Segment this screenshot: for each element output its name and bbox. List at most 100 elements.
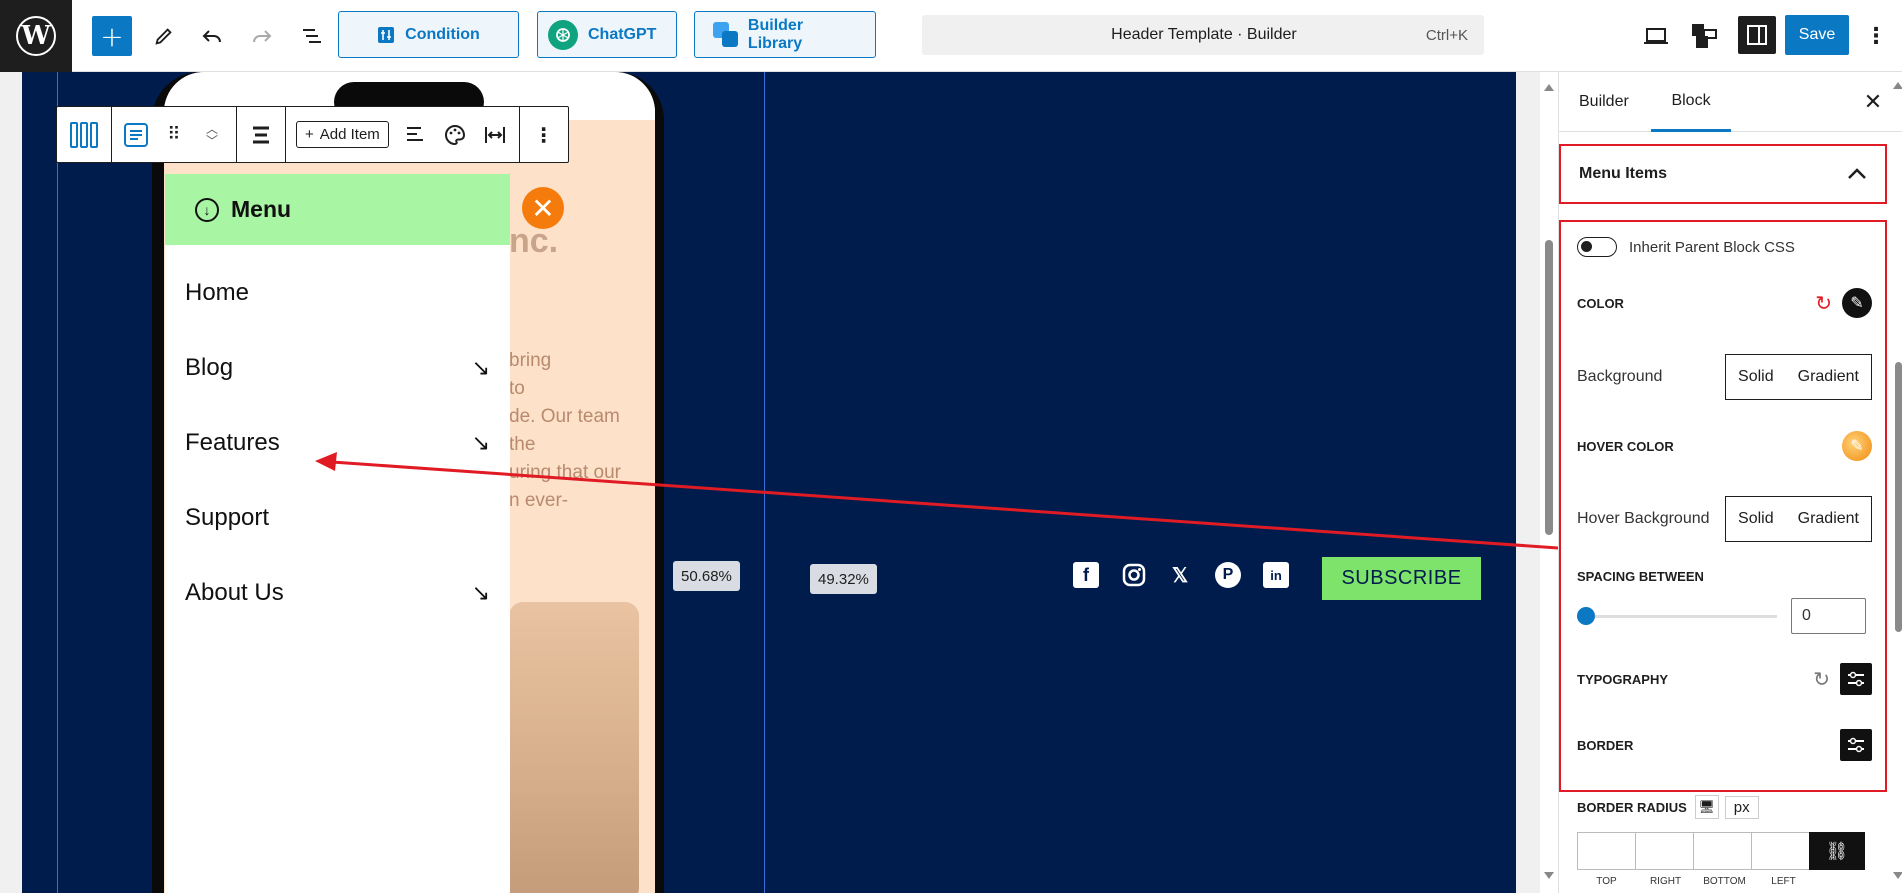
facebook-icon[interactable]: f xyxy=(1073,562,1099,588)
undo-icon xyxy=(202,30,221,43)
color-picker-icon[interactable]: ✎ xyxy=(1842,288,1872,318)
move-up-down-icon[interactable]: ︿ ﹀ xyxy=(198,121,226,149)
submenu-arrow-icon[interactable]: ↘ xyxy=(472,355,490,381)
menu-block-icon[interactable] xyxy=(122,121,150,149)
scroll-up-icon[interactable] xyxy=(1893,82,1902,89)
radius-left-label: LEFT xyxy=(1771,876,1796,887)
scroll-up-icon[interactable] xyxy=(1544,84,1554,91)
x-icon[interactable]: 𝕏 xyxy=(1167,562,1193,588)
justify-left-icon[interactable] xyxy=(401,121,429,149)
background-photo xyxy=(509,602,639,893)
add-item-button[interactable]: + Add Item xyxy=(296,121,389,148)
canvas-scrollbar-thumb[interactable] xyxy=(1545,240,1553,535)
columns-icon xyxy=(70,121,98,148)
reset-icon[interactable]: ↻ xyxy=(1815,291,1832,316)
reset-icon[interactable]: ↻ xyxy=(1813,667,1830,692)
background-text-line: uring that our xyxy=(509,462,621,483)
inherit-css-toggle[interactable] xyxy=(1577,237,1617,257)
menu-item-home[interactable]: Home xyxy=(185,273,490,313)
pinterest-icon[interactable]: P xyxy=(1215,562,1241,588)
vertical-ellipsis-icon[interactable]: ⋮ xyxy=(530,121,558,149)
radius-left-input[interactable] xyxy=(1751,832,1810,870)
command-palette-bar[interactable]: Header Template · Builder Ctrl+K xyxy=(922,15,1484,55)
settings-sidebar-toggle[interactable] xyxy=(1738,16,1776,54)
builder-library-label: Builder Library xyxy=(747,16,804,52)
hover-color-picker-icon[interactable]: ✎ xyxy=(1842,431,1872,461)
close-icon: ✕ xyxy=(531,191,555,225)
undo-button[interactable] xyxy=(194,18,230,54)
tab-block[interactable]: Block xyxy=(1651,72,1731,132)
sidebar-scrollbar[interactable] xyxy=(1893,72,1902,893)
options-menu-button[interactable]: ⋮ xyxy=(1862,20,1890,52)
vertical-ellipsis-icon: ⋮ xyxy=(1865,23,1887,49)
chatgpt-label: ChatGPT xyxy=(588,25,657,43)
mobile-menu-title: Menu xyxy=(231,196,292,222)
drag-handle-icon[interactable]: ⠿ xyxy=(160,121,188,149)
palette-icon[interactable] xyxy=(441,121,469,149)
background-text-line: n ever- xyxy=(509,490,569,511)
templates-button[interactable] xyxy=(1688,20,1720,52)
slider-handle[interactable] xyxy=(1577,607,1595,625)
save-button[interactable]: Save xyxy=(1785,15,1849,55)
background-type-toggle: Solid Gradient xyxy=(1725,354,1872,400)
radius-unit-selector[interactable]: px xyxy=(1724,795,1759,819)
tab-builder[interactable]: Builder xyxy=(1579,72,1639,132)
menu-item-blog[interactable]: Blog ↘ xyxy=(185,348,490,388)
menu-item-about-us[interactable]: About Us ↘ xyxy=(185,573,490,613)
block-inserter-button[interactable]: + xyxy=(92,16,132,56)
background-gradient-option[interactable]: Gradient xyxy=(1786,355,1871,399)
edit-tool-button[interactable] xyxy=(146,18,182,54)
device-preview-button[interactable] xyxy=(1640,20,1672,52)
column-guide-left xyxy=(57,72,58,893)
templates-icon xyxy=(1692,24,1717,48)
menu-item-support[interactable]: Support xyxy=(185,498,490,538)
close-sidebar-button[interactable]: ✕ xyxy=(1859,88,1887,116)
wordpress-logo[interactable]: W xyxy=(0,0,72,72)
chatgpt-button[interactable]: ChatGPT xyxy=(537,11,677,58)
spacing-input[interactable]: 0 xyxy=(1791,598,1866,634)
mobile-menu-header[interactable]: ↓ Menu xyxy=(165,174,510,245)
parent-block-selector[interactable] xyxy=(57,107,112,162)
builder-library-button[interactable]: Builder Library xyxy=(694,11,876,58)
canvas-scrollbar[interactable] xyxy=(1540,72,1558,893)
background-text-line: bring xyxy=(509,350,552,371)
menu-item-label: Support xyxy=(185,504,270,531)
arrow-down-circle-icon: ↓ xyxy=(195,197,219,222)
pencil-icon xyxy=(155,28,172,45)
desktop-device-icon[interactable]: 🖥 xyxy=(1694,795,1719,819)
editor-canvas: nc. bring to de. Our team the uring that… xyxy=(0,72,1540,893)
spacing-slider[interactable] xyxy=(1577,606,1777,626)
background-solid-option[interactable]: Solid xyxy=(1726,355,1786,399)
plus-icon: + xyxy=(305,126,314,143)
scroll-down-icon[interactable] xyxy=(1893,872,1902,879)
sidebar-scrollbar-thumb[interactable] xyxy=(1895,362,1902,632)
scroll-down-icon[interactable] xyxy=(1544,872,1554,879)
menu-close-button[interactable]: ✕ xyxy=(522,187,564,229)
linkedin-icon[interactable]: in xyxy=(1263,562,1289,588)
redo-button[interactable] xyxy=(244,18,280,54)
menu-item-features[interactable]: Features ↘ xyxy=(185,423,490,463)
width-icon[interactable] xyxy=(481,121,509,149)
radius-top-input[interactable] xyxy=(1577,832,1636,870)
condition-icon xyxy=(378,26,395,43)
unlink-radius-button[interactable]: ⛓ xyxy=(1809,832,1865,870)
condition-button[interactable]: Condition xyxy=(338,11,519,58)
instagram-icon[interactable] xyxy=(1121,562,1147,588)
hover-background-gradient-option[interactable]: Gradient xyxy=(1786,497,1871,541)
menu-items-panel-header[interactable]: Menu Items xyxy=(1559,144,1887,204)
align-icon[interactable] xyxy=(247,121,275,149)
submenu-arrow-icon[interactable]: ↘ xyxy=(472,430,490,456)
redo-icon xyxy=(253,30,272,43)
list-view-icon xyxy=(303,29,321,43)
typography-settings-icon[interactable] xyxy=(1840,663,1872,695)
submenu-arrow-icon[interactable]: ↘ xyxy=(472,580,490,606)
subscribe-button[interactable]: SUBSCRIBE xyxy=(1322,557,1481,600)
hover-background-solid-option[interactable]: Solid xyxy=(1726,497,1786,541)
add-item-label: Add Item xyxy=(319,126,380,143)
slider-track xyxy=(1577,615,1777,618)
radius-bottom-input[interactable] xyxy=(1693,832,1752,870)
border-settings-icon[interactable] xyxy=(1840,729,1872,761)
radius-right-input[interactable] xyxy=(1635,832,1694,870)
document-overview-button[interactable] xyxy=(294,18,330,54)
document-title: Header Template · Builder xyxy=(1111,26,1297,43)
